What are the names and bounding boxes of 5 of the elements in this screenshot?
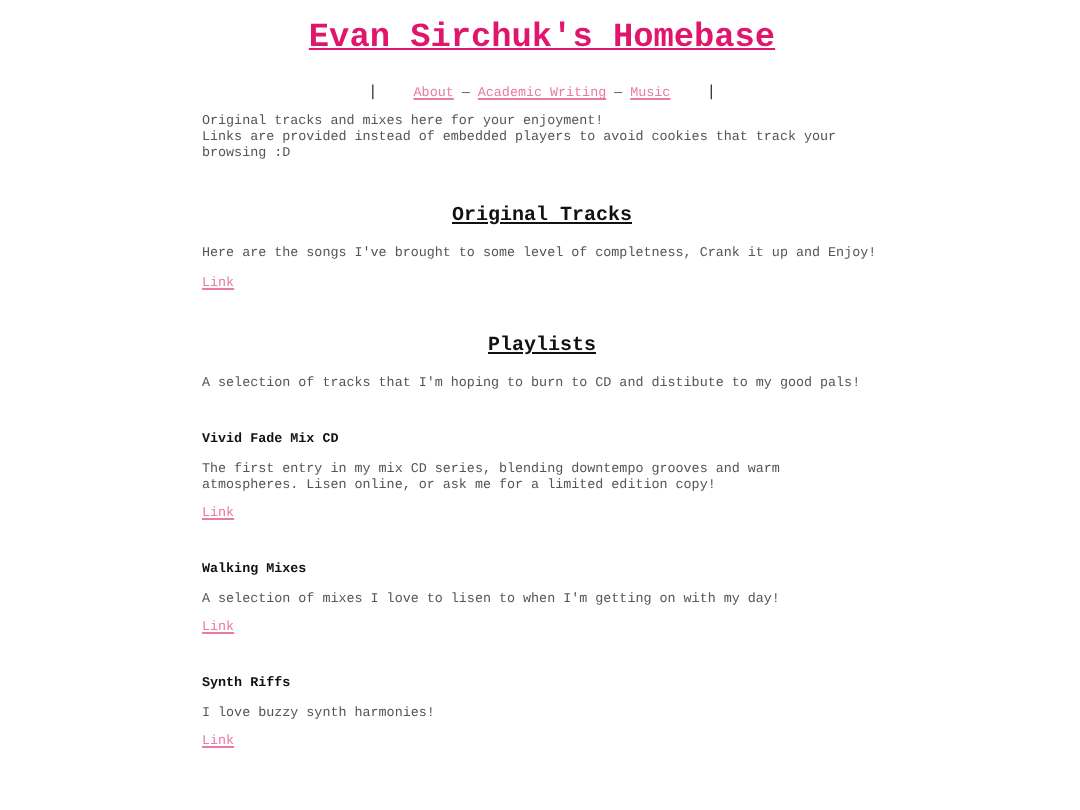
nav-divider: | [706,86,717,102]
section-heading: Original Tracks [449,206,634,230]
site-title[interactable]: Evan Sirchuk's Homebase [202,20,882,60]
section-heading: Playlists [485,336,598,360]
nav-divider: | [367,86,378,102]
